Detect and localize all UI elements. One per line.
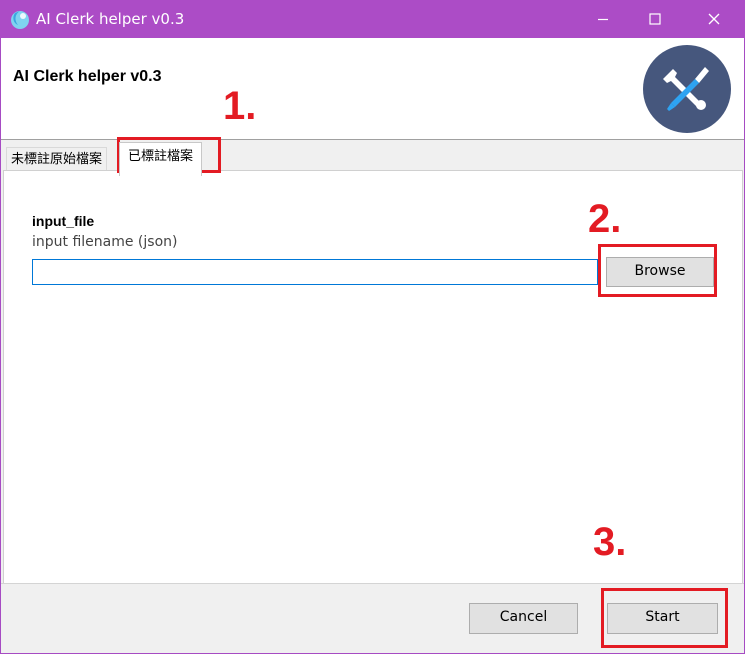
field-label: input_file [32, 213, 95, 229]
header-title: AI Clerk helper v0.3 [13, 68, 162, 85]
wrench-screwdriver-icon [663, 67, 709, 111]
tool-badge [643, 45, 731, 133]
annotation-label-2: 2. [588, 197, 622, 241]
footer-divider [1, 583, 744, 584]
tab-panel: input_file input filename (json) Browse [3, 170, 743, 584]
annotation-box-3 [601, 588, 728, 648]
minimize-icon [598, 18, 608, 21]
input-file-field[interactable] [32, 259, 598, 285]
tab-annotated-files[interactable]: 已標註檔案 [119, 142, 203, 176]
annotation-label-1: 1. [223, 84, 257, 128]
close-icon [708, 13, 720, 25]
annotation-label-3: 3. [593, 520, 627, 564]
minimize-button[interactable] [580, 0, 626, 38]
maximize-icon [649, 13, 661, 25]
title-bar[interactable]: AI Clerk helper v0.3 [0, 0, 745, 38]
maximize-button[interactable] [632, 0, 678, 38]
app-icon [11, 11, 29, 29]
tab-strip: 未標註原始檔案 已標註檔案 [1, 141, 744, 176]
field-help-text: input filename (json) [32, 234, 178, 250]
window-title: AI Clerk helper v0.3 [36, 10, 185, 28]
annotation-box-2 [598, 244, 717, 297]
cancel-button[interactable]: Cancel [469, 603, 578, 634]
header-panel: AI Clerk helper v0.3 [1, 38, 744, 140]
close-button[interactable] [691, 0, 737, 38]
app-window: AI Clerk helper v0.3 未標註原始檔案 已標註檔案 input… [1, 38, 744, 653]
